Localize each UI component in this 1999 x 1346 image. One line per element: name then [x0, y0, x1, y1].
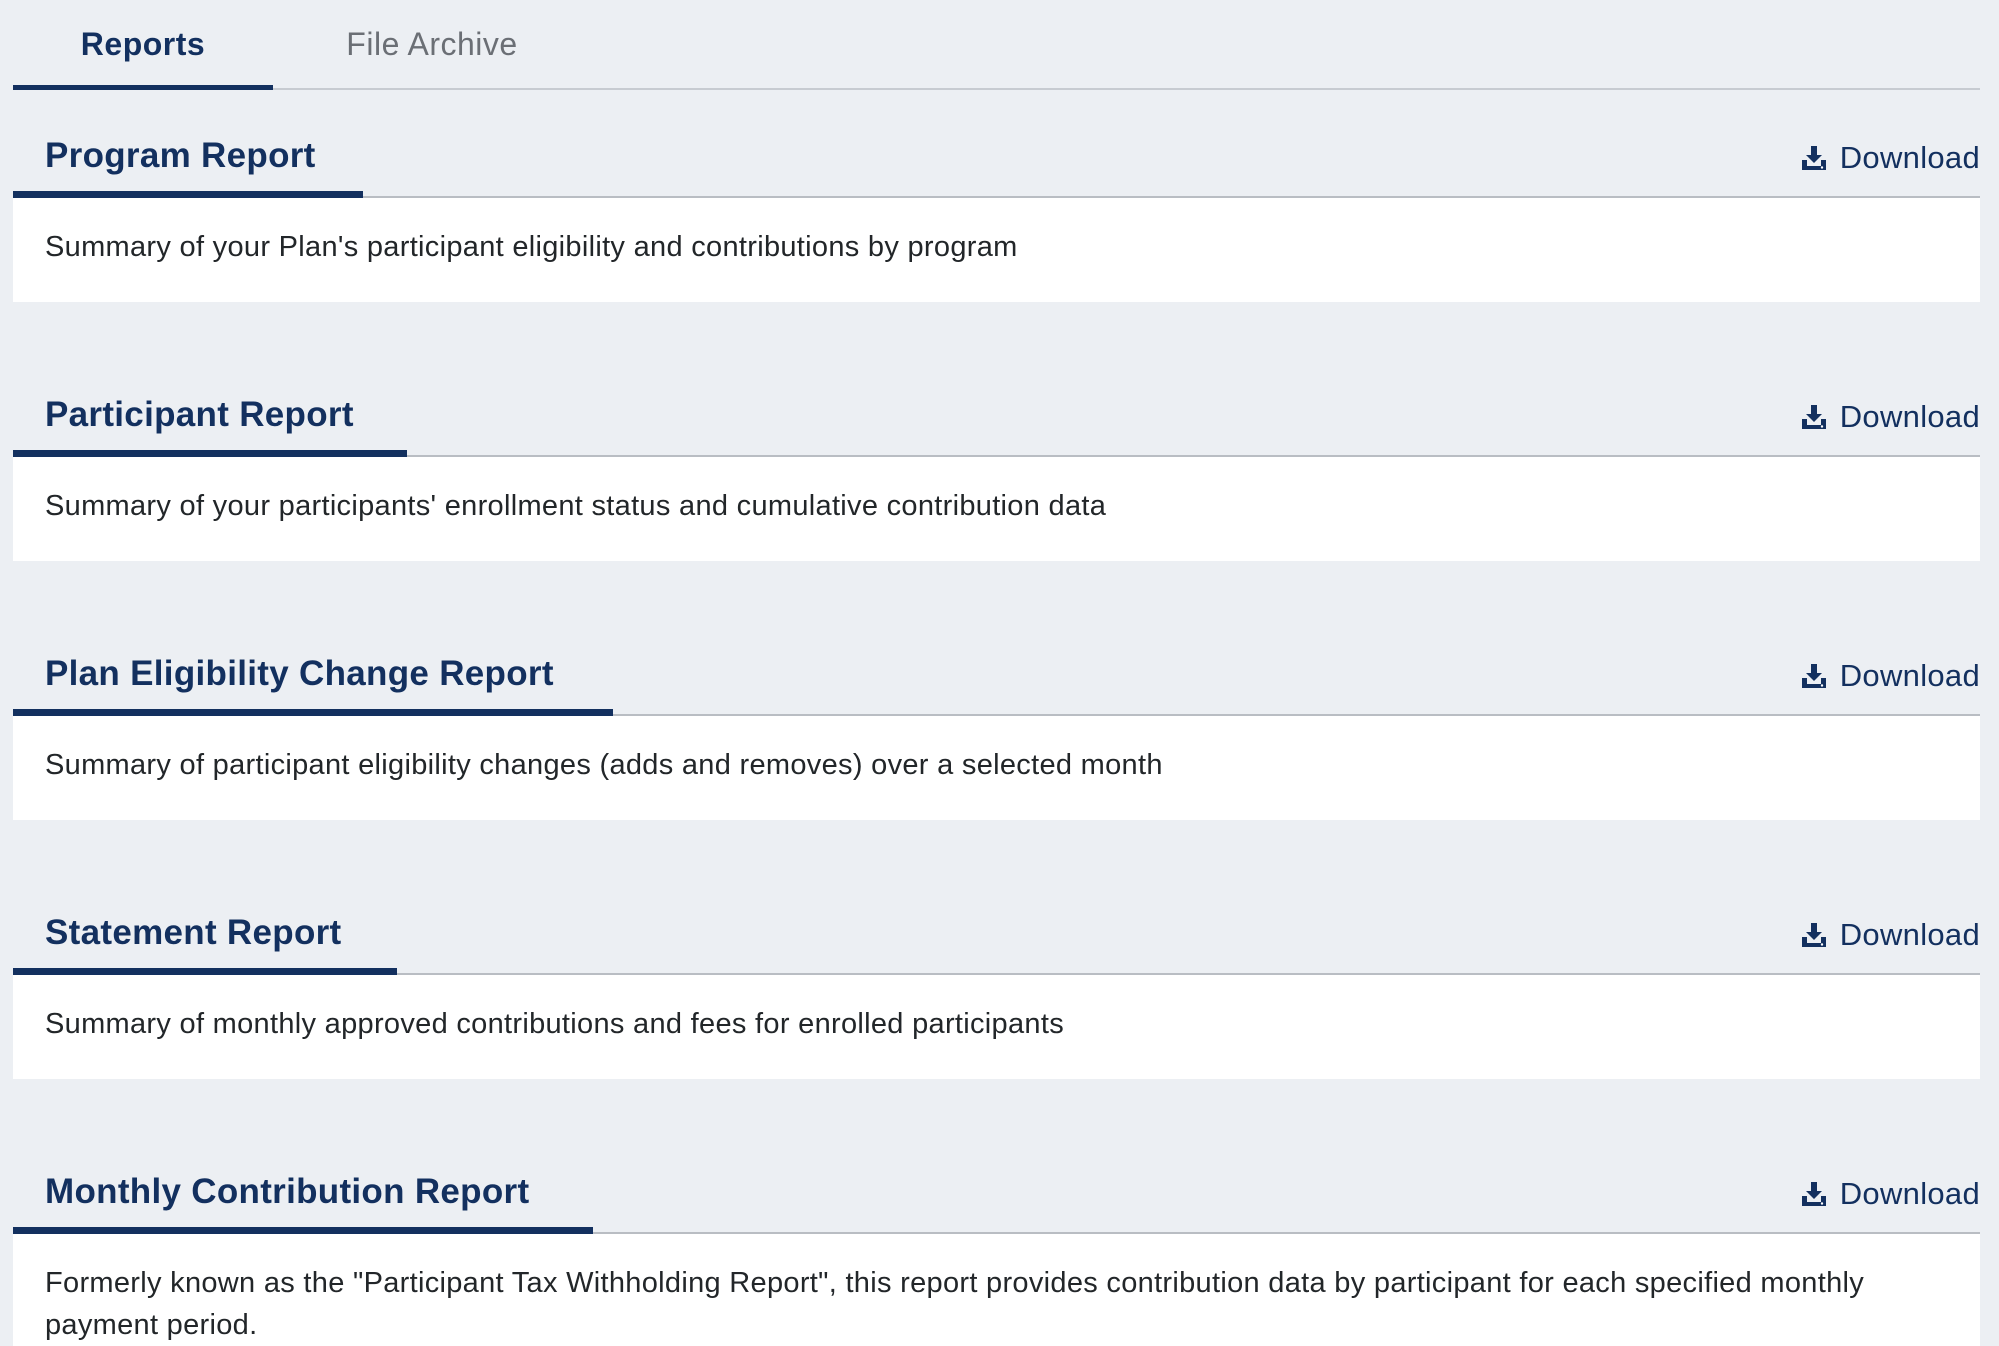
download-label: Download [1839, 399, 1980, 434]
title-underline [13, 968, 397, 975]
report-title: Program Report [45, 136, 316, 175]
title-underline [13, 1227, 593, 1234]
download-icon [1801, 1182, 1826, 1206]
reports-page: Reports File Archive Program Report Down… [0, 0, 1999, 1346]
download-button[interactable]: Download [1800, 658, 1980, 694]
report-description: Summary of monthly approved contribution… [13, 975, 1980, 1079]
report-header: Statement Report Download [13, 889, 1980, 975]
download-label: Download [1839, 658, 1980, 693]
report-title: Monthly Contribution Report [45, 1172, 530, 1211]
report-header: Program Report Download [13, 112, 1980, 198]
title-underline [13, 709, 613, 716]
report-header: Monthly Contribution Report Download [13, 1148, 1980, 1234]
report-section-program: Program Report Download Summary of your … [13, 112, 1980, 302]
download-label: Download [1839, 1176, 1980, 1211]
download-button[interactable]: Download [1800, 140, 1980, 176]
download-label: Download [1839, 140, 1980, 175]
download-icon [1801, 146, 1826, 170]
download-label: Download [1839, 917, 1980, 952]
report-title: Participant Report [45, 395, 354, 434]
report-description: Formerly known as the "Participant Tax W… [13, 1234, 1980, 1346]
download-icon [1801, 923, 1826, 947]
download-button[interactable]: Download [1800, 917, 1980, 953]
report-description: Summary of your participants' enrollment… [13, 457, 1980, 561]
title-underline [13, 450, 407, 457]
report-section-monthly-contribution: Monthly Contribution Report Download For… [13, 1148, 1980, 1346]
report-description: Summary of participant eligibility chang… [13, 716, 1980, 820]
download-icon [1801, 664, 1826, 688]
tab-file-archive[interactable]: File Archive [273, 0, 591, 88]
report-section-plan-eligibility-change: Plan Eligibility Change Report Download … [13, 630, 1980, 820]
tab-reports[interactable]: Reports [13, 0, 273, 90]
report-header: Participant Report Download [13, 371, 1980, 457]
download-icon [1801, 405, 1826, 429]
report-title: Plan Eligibility Change Report [45, 654, 554, 693]
report-description: Summary of your Plan's participant eligi… [13, 198, 1980, 302]
download-button[interactable]: Download [1800, 1176, 1980, 1212]
tab-bar: Reports File Archive [13, 0, 1980, 90]
report-header: Plan Eligibility Change Report Download [13, 630, 1980, 716]
report-section-statement: Statement Report Download Summary of mon… [13, 889, 1980, 1079]
report-title: Statement Report [45, 913, 342, 952]
download-button[interactable]: Download [1800, 399, 1980, 435]
report-section-participant: Participant Report Download Summary of y… [13, 371, 1980, 561]
title-underline [13, 191, 363, 198]
